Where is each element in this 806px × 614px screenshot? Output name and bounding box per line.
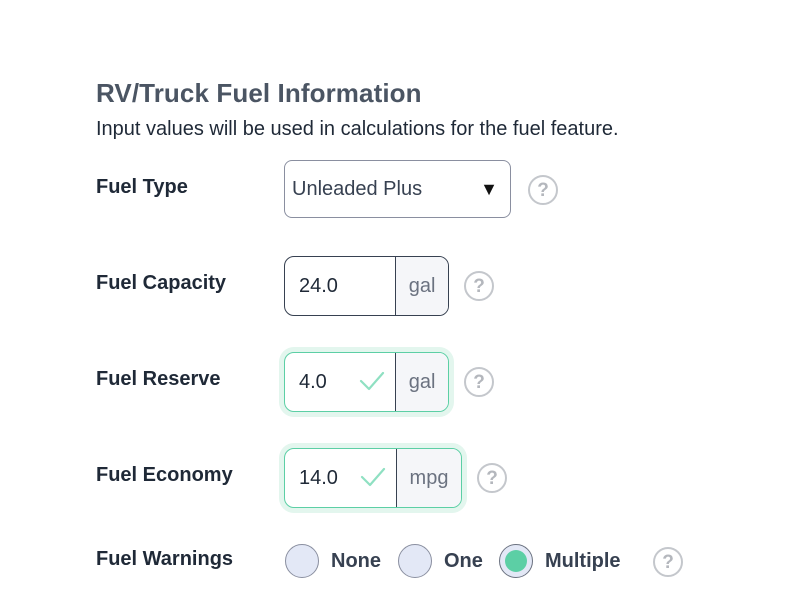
- fuel-type-help-icon[interactable]: ?: [528, 175, 558, 205]
- fuel-type-value: Unleaded Plus: [292, 177, 423, 200]
- valid-check-icon: [360, 467, 386, 487]
- fuel-capacity-group: 24.0 gal: [284, 256, 449, 316]
- fuel-warning-radio-one[interactable]: One: [398, 544, 483, 578]
- dropdown-arrow-icon: ▼: [480, 178, 498, 199]
- fuel-type-select[interactable]: Unleaded Plus ▼: [284, 160, 511, 218]
- fuel-reserve-unit: gal: [395, 353, 448, 411]
- fuel-warnings-help-icon[interactable]: ?: [653, 547, 683, 577]
- radio-circle[interactable]: [285, 544, 319, 578]
- fuel-capacity-label: Fuel Capacity: [96, 272, 227, 294]
- radio-label: None: [331, 549, 381, 572]
- fuel-capacity-help-icon[interactable]: ?: [464, 271, 494, 301]
- radio-circle-selected[interactable]: [499, 544, 533, 578]
- fuel-economy-input[interactable]: 14.0: [285, 449, 396, 507]
- fuel-reserve-help-icon[interactable]: ?: [464, 367, 494, 397]
- fuel-economy-value: 14.0: [299, 466, 338, 489]
- fuel-capacity-value: 24.0: [299, 274, 338, 297]
- fuel-reserve-group: 4.0 gal: [284, 352, 449, 412]
- fuel-capacity-unit: gal: [395, 257, 448, 315]
- valid-check-icon: [360, 371, 385, 391]
- page-subtitle: Input values will be used in calculation…: [96, 118, 619, 140]
- fuel-type-label: Fuel Type: [96, 176, 188, 198]
- fuel-economy-label: Fuel Economy: [96, 464, 233, 486]
- radio-circle[interactable]: [398, 544, 432, 578]
- radio-label: One: [444, 549, 483, 572]
- radio-label: Multiple: [545, 549, 621, 572]
- fuel-warning-radio-none[interactable]: None: [285, 544, 381, 578]
- fuel-reserve-value: 4.0: [299, 370, 327, 393]
- fuel-reserve-label: Fuel Reserve: [96, 368, 221, 390]
- fuel-economy-help-icon[interactable]: ?: [477, 463, 507, 493]
- fuel-economy-group: 14.0 mpg: [284, 448, 462, 508]
- fuel-info-page: RV/Truck Fuel Information Input values w…: [0, 0, 806, 614]
- fuel-warning-radio-multiple[interactable]: Multiple: [499, 544, 621, 578]
- fuel-reserve-input[interactable]: 4.0: [285, 353, 395, 411]
- fuel-warnings-label: Fuel Warnings: [96, 548, 234, 570]
- page-title: RV/Truck Fuel Information: [96, 78, 422, 108]
- fuel-capacity-input[interactable]: 24.0: [285, 257, 395, 315]
- fuel-economy-unit: mpg: [395, 449, 461, 507]
